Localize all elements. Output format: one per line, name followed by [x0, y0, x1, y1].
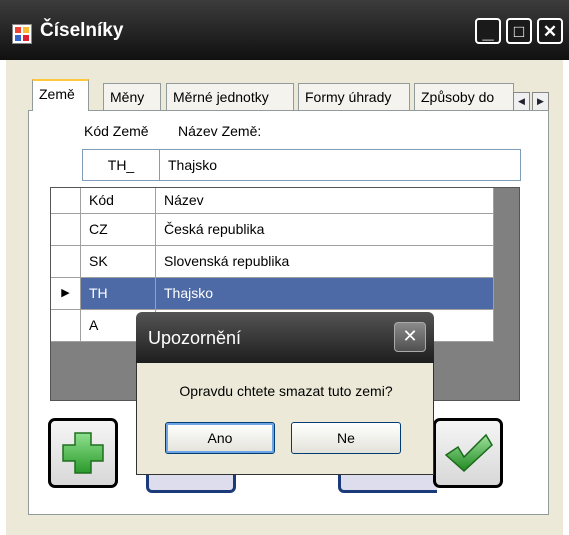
tab-formy-uhrady[interactable]: Formy úhrady — [298, 83, 410, 110]
dialog-body: Opravdu chtete smazat tuto zemi? Ano Ne — [136, 363, 434, 475]
code-field[interactable]: TH_ — [82, 149, 160, 181]
plus-icon — [62, 432, 104, 474]
tab-zpusoby[interactable]: Způsoby do — [414, 83, 514, 110]
tab-merne-jednotky[interactable]: Měrné jednotky — [166, 83, 294, 110]
cell-code[interactable]: SK — [81, 246, 156, 278]
close-button[interactable]: ✕ — [537, 18, 563, 44]
app-icon — [12, 24, 32, 44]
row-indicator: ▶ — [51, 278, 81, 310]
dialog-close-button[interactable]: ✕ — [394, 322, 426, 352]
no-button[interactable]: Ne — [291, 422, 401, 454]
table-row-selected[interactable]: ▶ TH Thajsko — [51, 278, 494, 310]
tab-zeme[interactable]: Země — [32, 79, 89, 111]
column-header-name[interactable]: Název — [156, 188, 494, 214]
column-header-code[interactable]: Kód — [81, 188, 156, 214]
row-indicator — [51, 246, 81, 278]
confirm-button[interactable] — [433, 418, 503, 488]
dialog-message: Opravdu chtete smazat tuto zemi? — [179, 383, 393, 399]
delete-button[interactable] — [338, 472, 437, 493]
cell-name[interactable]: Thajsko — [156, 278, 494, 310]
yes-button[interactable]: Ano — [165, 422, 275, 454]
edit-button[interactable] — [146, 472, 236, 493]
name-field[interactable]: Thajsko — [159, 149, 521, 181]
tab-meny[interactable]: Měny — [103, 83, 161, 110]
cell-name[interactable]: Slovenská republika — [156, 246, 494, 278]
tab-scroll-left-button[interactable]: ◀ — [513, 92, 530, 112]
code-label: Kód Země — [84, 123, 149, 139]
minimize-button[interactable]: _ — [475, 18, 501, 44]
row-header-corner — [51, 188, 81, 214]
add-button[interactable] — [48, 418, 118, 488]
tab-scroll: ◀ ▶ — [513, 92, 549, 112]
row-indicator — [51, 310, 81, 342]
window-title: Číselníky — [40, 20, 124, 41]
row-indicator — [51, 214, 81, 246]
cell-code[interactable]: TH — [81, 278, 156, 310]
cell-name[interactable]: Česká republika — [156, 214, 494, 246]
title-bar: Číselníky _ □ ✕ — [0, 0, 569, 60]
table-row[interactable]: SK Slovenská republika — [51, 246, 494, 278]
dialog-title: Upozornění — [148, 328, 242, 348]
name-label: Název Země: — [178, 123, 262, 139]
table-row[interactable]: CZ Česká republika — [51, 214, 494, 246]
confirm-dialog: Upozornění ✕ Opravdu chtete smazat tuto … — [136, 312, 434, 475]
dialog-title-bar: Upozornění ✕ — [136, 312, 434, 363]
checkmark-icon — [444, 433, 493, 473]
cell-code[interactable]: CZ — [81, 214, 156, 246]
maximize-button[interactable]: □ — [506, 18, 532, 44]
window: Číselníky _ □ ✕ Země Měny Měrné jednotky… — [0, 0, 569, 535]
tab-scroll-right-button[interactable]: ▶ — [532, 92, 549, 112]
